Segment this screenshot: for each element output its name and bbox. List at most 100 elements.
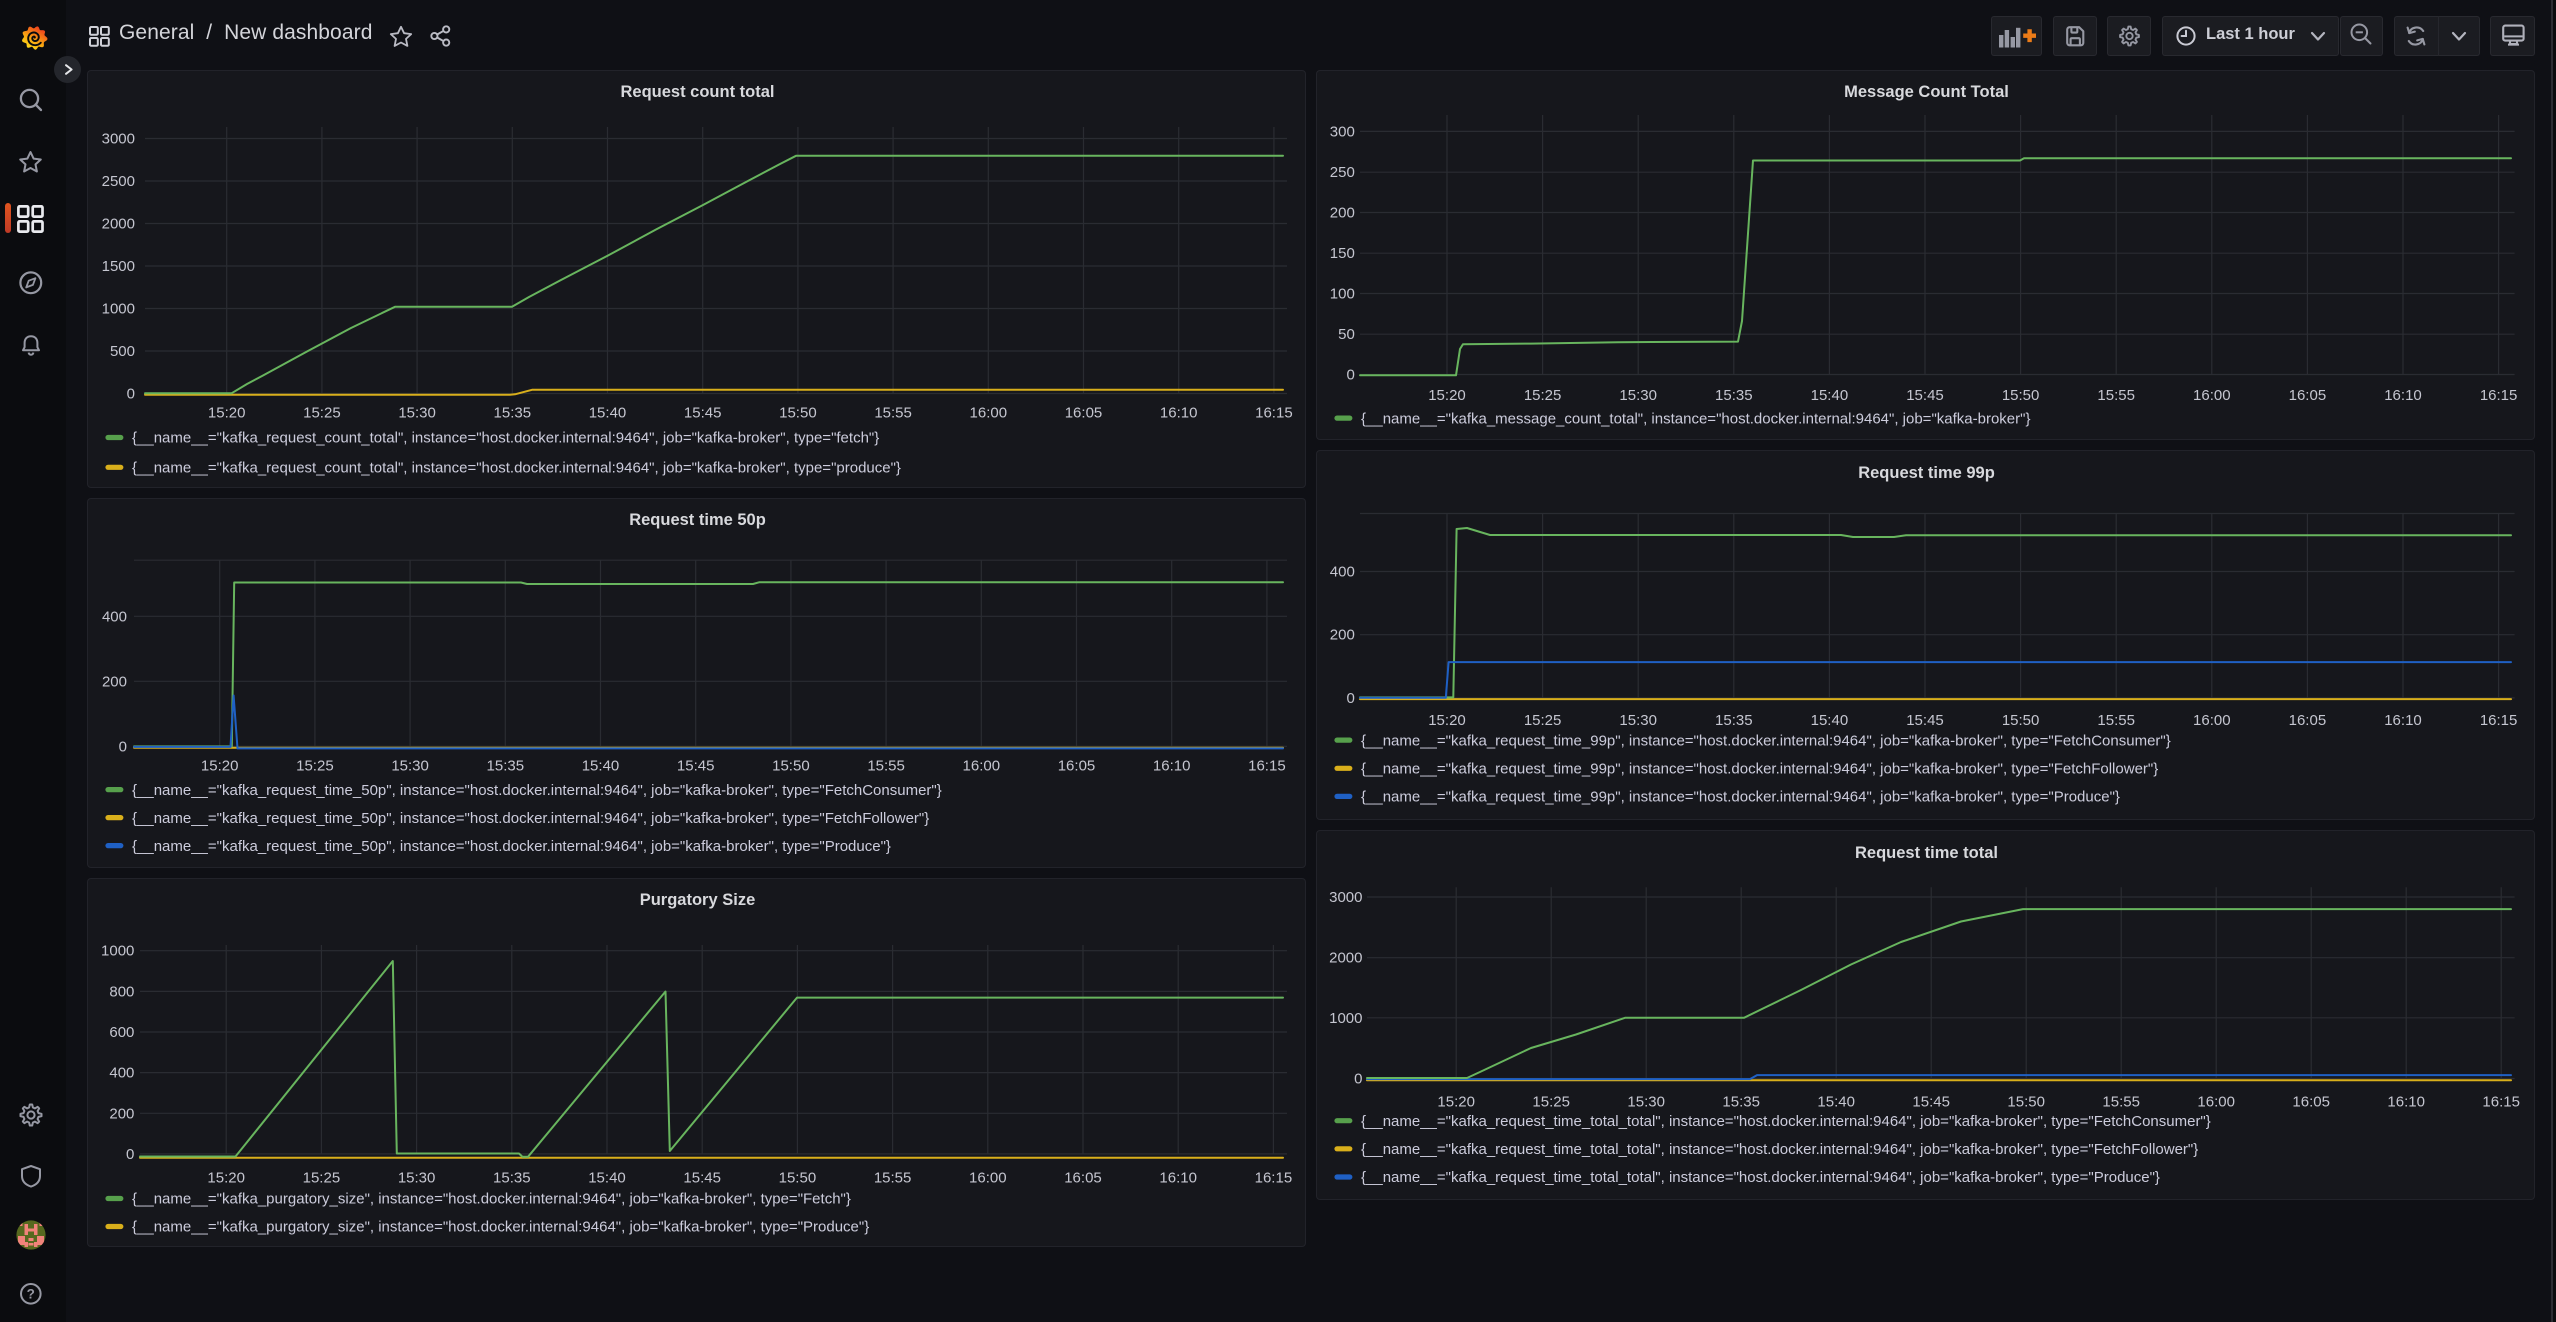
svg-text:15:25: 15:25 (1532, 1093, 1570, 1110)
svg-text:15:20: 15:20 (1428, 711, 1466, 728)
svg-text:16:00: 16:00 (969, 1170, 1007, 1187)
svg-text:Purgatory Size: Purgatory Size (640, 891, 756, 909)
svg-text:15:55: 15:55 (2097, 387, 2135, 404)
svg-text:15:20: 15:20 (207, 1170, 245, 1187)
svg-text:2500: 2500 (102, 173, 135, 190)
svg-text:Request count total: Request count total (620, 83, 774, 101)
svg-text:0: 0 (1354, 1070, 1362, 1087)
svg-text:15:45: 15:45 (683, 1170, 721, 1187)
svg-text:15:35: 15:35 (493, 1170, 531, 1187)
svg-text:200: 200 (109, 1105, 134, 1122)
svg-text:{__name__="kafka_request_count: {__name__="kafka_request_count_total", i… (132, 430, 879, 447)
svg-text:15:35: 15:35 (1722, 1093, 1760, 1110)
svg-text:15:35: 15:35 (1715, 387, 1753, 404)
svg-text:15:20: 15:20 (1437, 1093, 1475, 1110)
svg-text:{__name__="kafka_request_time_: {__name__="kafka_request_time_50p", inst… (132, 810, 929, 827)
svg-text:15:50: 15:50 (2002, 711, 2040, 728)
svg-text:{__name__="kafka_request_time_: {__name__="kafka_request_time_99p", inst… (1361, 788, 2120, 805)
svg-text:200: 200 (1330, 205, 1355, 222)
svg-text:2000: 2000 (1329, 949, 1362, 966)
svg-text:16:15: 16:15 (2480, 711, 2518, 728)
svg-text:16:10: 16:10 (1153, 758, 1191, 775)
svg-text:15:35: 15:35 (1715, 711, 1753, 728)
svg-text:400: 400 (109, 1065, 134, 1082)
svg-text:15:40: 15:40 (589, 405, 627, 422)
svg-text:15:50: 15:50 (779, 1170, 817, 1187)
svg-text:{__name__="kafka_request_time_: {__name__="kafka_request_time_50p", inst… (132, 838, 891, 855)
svg-text:3000: 3000 (1329, 889, 1362, 906)
svg-text:15:45: 15:45 (1906, 387, 1944, 404)
svg-text:15:25: 15:25 (1524, 711, 1562, 728)
svg-text:{__name__="kafka_purgatory_siz: {__name__="kafka_purgatory_size", instan… (132, 1191, 851, 1208)
svg-text:15:40: 15:40 (1811, 387, 1849, 404)
svg-text:{__name__="kafka_request_time_: {__name__="kafka_request_time_99p", inst… (1361, 760, 2158, 777)
svg-text:15:55: 15:55 (874, 1170, 912, 1187)
svg-text:15:50: 15:50 (772, 758, 810, 775)
svg-text:600: 600 (109, 1024, 134, 1041)
svg-text:16:15: 16:15 (1255, 405, 1293, 422)
svg-text:16:05: 16:05 (1058, 758, 1096, 775)
svg-text:{__name__="kafka_request_time_: {__name__="kafka_request_time_total_tota… (1361, 1169, 2160, 1186)
svg-text:15:45: 15:45 (684, 405, 722, 422)
svg-text:15:20: 15:20 (208, 405, 246, 422)
svg-text:50: 50 (1338, 326, 1355, 343)
svg-text:Request time 50p: Request time 50p (629, 511, 766, 529)
svg-text:16:15: 16:15 (1248, 758, 1286, 775)
svg-text:15:30: 15:30 (1619, 387, 1657, 404)
svg-text:15:55: 15:55 (874, 405, 912, 422)
svg-text:16:05: 16:05 (2292, 1093, 2330, 1110)
svg-text:200: 200 (102, 673, 127, 690)
svg-text:800: 800 (109, 983, 134, 1000)
svg-text:15:25: 15:25 (1524, 387, 1562, 404)
svg-text:16:10: 16:10 (2384, 387, 2422, 404)
svg-text:200: 200 (1330, 626, 1355, 643)
svg-text:300: 300 (1330, 123, 1355, 140)
svg-text:15:25: 15:25 (303, 1170, 341, 1187)
svg-text:15:30: 15:30 (398, 1170, 436, 1187)
svg-text:15:55: 15:55 (867, 758, 905, 775)
svg-text:16:00: 16:00 (963, 758, 1001, 775)
svg-text:Request time total: Request time total (1855, 843, 1998, 861)
svg-text:15:25: 15:25 (303, 405, 341, 422)
svg-text:15:20: 15:20 (201, 758, 239, 775)
svg-text:150: 150 (1330, 245, 1355, 262)
svg-text:15:40: 15:40 (582, 758, 620, 775)
svg-text:16:00: 16:00 (2193, 387, 2231, 404)
svg-text:16:05: 16:05 (2289, 711, 2327, 728)
svg-text:16:05: 16:05 (1064, 1170, 1102, 1187)
svg-text:15:40: 15:40 (1811, 711, 1849, 728)
svg-text:15:30: 15:30 (1627, 1093, 1665, 1110)
svg-text:15:35: 15:35 (487, 758, 525, 775)
svg-text:0: 0 (126, 1146, 134, 1163)
svg-text:{__name__="kafka_request_time_: {__name__="kafka_request_time_99p", inst… (1361, 732, 2171, 749)
svg-text:{__name__="kafka_request_time_: {__name__="kafka_request_time_total_tota… (1361, 1141, 2198, 1158)
svg-text:16:10: 16:10 (2384, 711, 2422, 728)
svg-text:16:00: 16:00 (2197, 1093, 2235, 1110)
svg-text:500: 500 (110, 343, 135, 360)
svg-text:16:15: 16:15 (1255, 1170, 1293, 1187)
svg-text:15:45: 15:45 (1906, 711, 1944, 728)
svg-text:16:10: 16:10 (1159, 1170, 1197, 1187)
svg-text:15:45: 15:45 (677, 758, 715, 775)
svg-text:{__name__="kafka_request_count: {__name__="kafka_request_count_total", i… (132, 460, 901, 477)
svg-text:Request time 99p: Request time 99p (1858, 463, 1995, 481)
svg-text:400: 400 (102, 608, 127, 625)
svg-text:15:55: 15:55 (2097, 711, 2135, 728)
svg-text:16:05: 16:05 (2289, 387, 2327, 404)
svg-text:15:55: 15:55 (2102, 1093, 2140, 1110)
svg-text:1000: 1000 (1329, 1009, 1362, 1026)
svg-text:{__name__="kafka_purgatory_siz: {__name__="kafka_purgatory_size", instan… (132, 1219, 869, 1236)
svg-text:1000: 1000 (102, 301, 135, 318)
svg-text:15:50: 15:50 (779, 405, 817, 422)
svg-text:16:10: 16:10 (1160, 405, 1198, 422)
svg-text:15:45: 15:45 (1912, 1093, 1950, 1110)
svg-text:?: ? (27, 1287, 35, 1302)
svg-text:{__name__="kafka_message_count: {__name__="kafka_message_count_total", i… (1361, 410, 2030, 427)
svg-text:15:30: 15:30 (1619, 711, 1657, 728)
svg-text:16:00: 16:00 (970, 405, 1008, 422)
svg-text:15:40: 15:40 (588, 1170, 626, 1187)
svg-text:16:10: 16:10 (2387, 1093, 2425, 1110)
svg-text:16:15: 16:15 (2480, 387, 2518, 404)
svg-text:0: 0 (1346, 367, 1354, 384)
svg-text:16:00: 16:00 (2193, 711, 2231, 728)
